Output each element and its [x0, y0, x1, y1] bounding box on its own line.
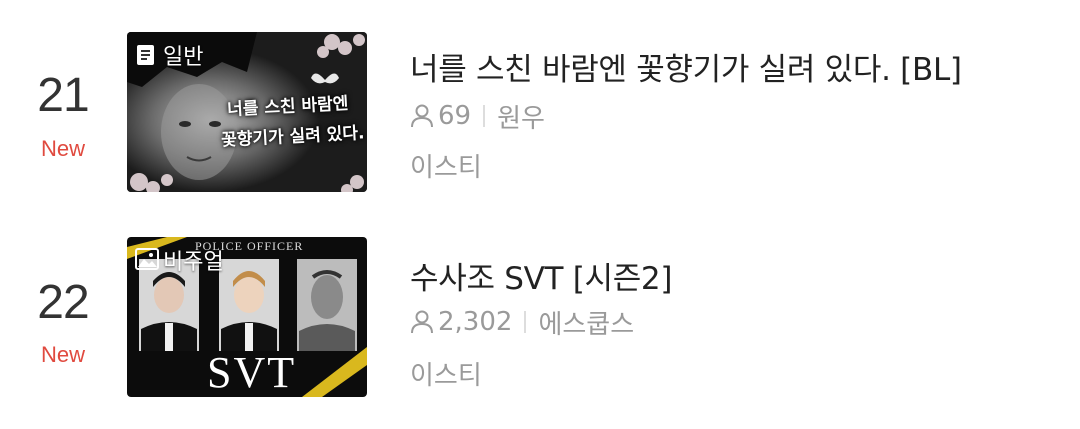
genre-badge: 일반: [135, 40, 203, 70]
member-tag[interactable]: 원우: [497, 98, 545, 135]
view-count: 69: [438, 101, 472, 131]
list-item[interactable]: 22 New POLICE OFFICER SVT 비주얼 수사조 SVT [시…: [0, 205, 1080, 397]
story-title[interactable]: 너를 스친 바람엔 꽃향기가 실려 있다. [BL]: [410, 44, 962, 89]
new-badge: New: [40, 136, 85, 161]
list-item[interactable]: 21 New 너를 스친 바람엔 꽃향기가 실려 있다. 일반 너를 스친 바람…: [0, 0, 1080, 192]
story-meta: 2,302 에스쿱스: [410, 304, 634, 341]
document-icon: [135, 43, 157, 67]
genre-label: 일반: [163, 45, 204, 70]
thumbnail[interactable]: 너를 스친 바람엔 꽃향기가 실려 있다. 일반: [127, 32, 367, 192]
story-meta: 69 원우: [410, 98, 545, 135]
thumbnail-logo: SVT: [207, 348, 297, 397]
author-name[interactable]: 이스티: [410, 147, 482, 184]
person-icon: [410, 103, 434, 129]
author-name[interactable]: 이스티: [410, 355, 482, 392]
member-tag[interactable]: 에스쿱스: [538, 304, 634, 341]
person-icon: [410, 309, 434, 335]
view-count: 2,302: [438, 307, 513, 337]
genre-label: 비주얼: [163, 250, 224, 275]
meta-divider: [483, 105, 486, 127]
meta-divider: [524, 311, 527, 333]
image-icon: [135, 248, 159, 272]
genre-badge: 비주얼: [135, 245, 224, 275]
story-title[interactable]: 수사조 SVT [시즌2]: [410, 253, 672, 298]
rank-number: 22: [37, 276, 89, 329]
thumbnail[interactable]: POLICE OFFICER SVT 비주얼: [127, 237, 367, 397]
rank-number: 21: [37, 69, 89, 122]
new-badge: New: [40, 342, 85, 367]
